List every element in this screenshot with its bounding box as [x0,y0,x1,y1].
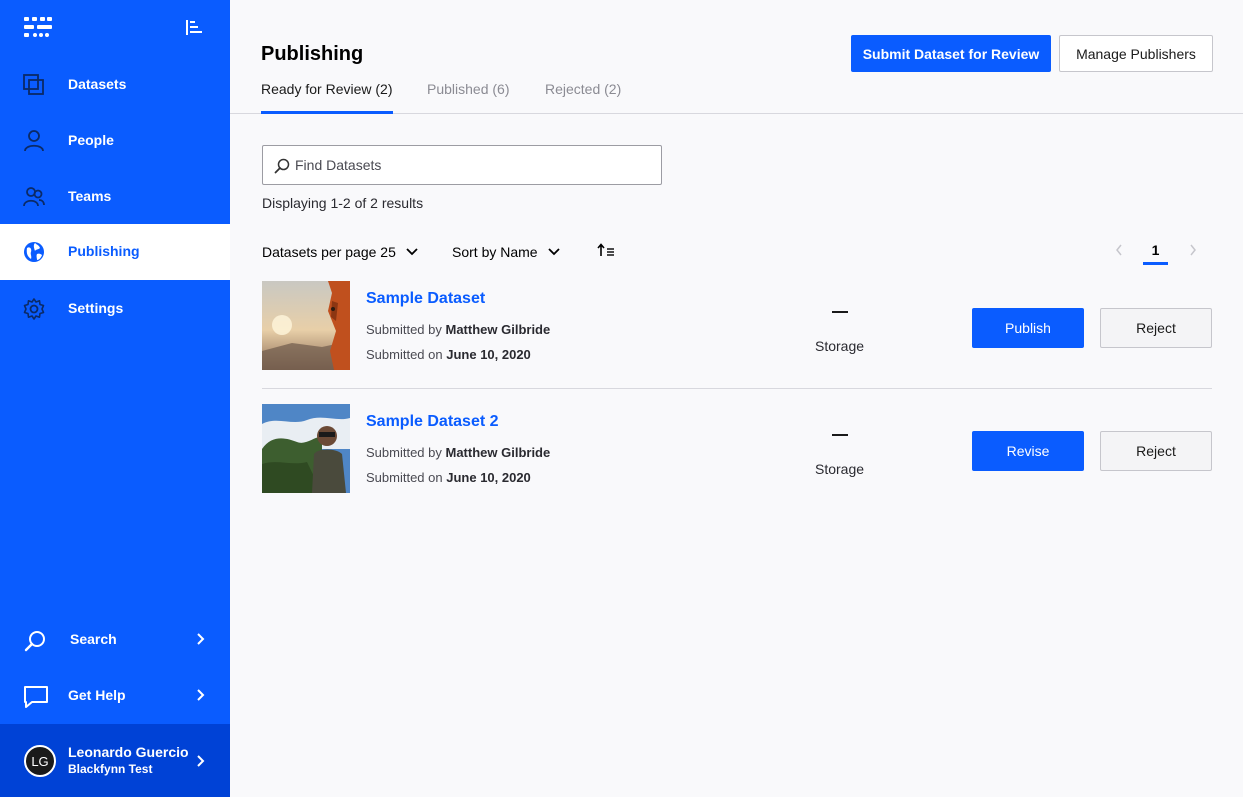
revise-button[interactable]: Revise [972,431,1084,471]
search-field[interactable] [262,145,662,185]
chevron-right-icon [197,633,205,645]
sidebar-item-label: Datasets [68,76,127,92]
globe-icon [24,242,44,262]
sidebar-item-label: People [68,132,114,148]
dataset-title[interactable]: Sample Dataset [366,290,485,308]
page-title: Publishing [261,43,364,65]
dataset-title[interactable]: Sample Dataset 2 [366,413,499,431]
search-input[interactable] [295,155,645,175]
submitted-by-prefix: Submitted by [366,445,442,460]
submitted-date: June 10, 2020 [446,347,531,362]
results-count: Displaying 1-2 of 2 results [262,195,424,211]
tab-published[interactable]: Published (6) [427,81,510,114]
chevron-down-icon [406,248,418,256]
storage-label: Storage [815,338,865,354]
reject-button[interactable]: Reject [1100,308,1212,348]
chevron-right-icon [197,755,205,767]
search-icon [24,631,45,652]
datasets-icon [23,74,44,95]
per-page-dropdown[interactable]: Datasets per page 25 [262,244,418,260]
sidebar-item-teams[interactable]: Teams [0,169,230,225]
dataset-row: Sample Dataset Submitted by Matthew Gilb… [262,281,1212,370]
manage-publishers-button[interactable]: Manage Publishers [1059,35,1213,72]
submitted-by: Submitted by Matthew Gilbride [366,445,550,460]
sidebar-item-datasets[interactable]: Datasets [0,57,230,113]
avatar: LG [24,745,56,777]
chat-icon [24,686,48,708]
person-icon [24,130,44,152]
sidebar-get-help[interactable]: Get Help [0,668,230,724]
sidebar-item-people[interactable]: People [0,113,230,169]
reject-button[interactable]: Reject [1100,431,1212,471]
submitted-on-prefix: Submitted on [366,347,443,362]
tab-ready-for-review[interactable]: Ready for Review (2) [261,81,393,114]
sidebar: Datasets People Teams Publishing Setting… [0,0,230,797]
sidebar-item-publishing[interactable]: Publishing [0,224,230,280]
storage-label: Storage [815,461,865,477]
submitter-name: Matthew Gilbride [445,445,551,460]
app-logo-icon[interactable] [24,17,52,37]
storage-value: — [832,311,848,313]
sidebar-item-label: Teams [68,188,112,204]
dataset-thumbnail [262,404,350,493]
dataset-row: Sample Dataset 2 Submitted by Matthew Gi… [262,404,1212,493]
sidebar-item-label: Publishing [68,243,140,259]
sort-label: Sort by Name [452,244,538,260]
sidebar-search[interactable]: Search [0,612,230,668]
sidebar-search-label: Search [70,631,117,647]
sidebar-get-help-label: Get Help [68,687,126,703]
user-org: Blackfynn Test [68,762,153,776]
submitted-on: Submitted on June 10, 2020 [366,347,531,362]
gear-icon [23,298,45,320]
chevron-left-icon[interactable] [1114,243,1124,257]
sort-direction-icon[interactable] [597,243,615,257]
sidebar-item-settings[interactable]: Settings [0,281,230,337]
chevron-right-icon [197,689,205,701]
submit-dataset-button[interactable]: Submit Dataset for Review [851,35,1051,72]
collapse-menu-icon[interactable] [186,20,202,35]
chevron-down-icon [547,248,560,256]
tab-rejected[interactable]: Rejected (2) [545,81,621,114]
sort-dropdown[interactable]: Sort by Name [452,244,560,260]
publish-button[interactable]: Publish [972,308,1084,348]
user-menu[interactable]: LG Leonardo Guercio Blackfynn Test [0,724,230,797]
sidebar-item-label: Settings [68,300,124,316]
chevron-right-icon[interactable] [1188,243,1198,257]
row-divider [262,388,1212,389]
submitted-on-prefix: Submitted on [366,470,443,485]
submitter-name: Matthew Gilbride [445,322,551,337]
search-icon [274,158,290,174]
per-page-label: Datasets per page 25 [262,244,396,260]
submitted-on: Submitted on June 10, 2020 [366,470,531,485]
team-icon [23,187,45,207]
submitted-by: Submitted by Matthew Gilbride [366,322,550,337]
user-name: Leonardo Guercio [68,744,189,760]
page-number[interactable]: 1 [1143,242,1168,265]
dataset-thumbnail [262,281,350,370]
storage-value: — [832,434,848,436]
submitted-by-prefix: Submitted by [366,322,442,337]
submitted-date: June 10, 2020 [446,470,531,485]
page-header: Publishing Submit Dataset for Review Man… [230,0,1243,114]
